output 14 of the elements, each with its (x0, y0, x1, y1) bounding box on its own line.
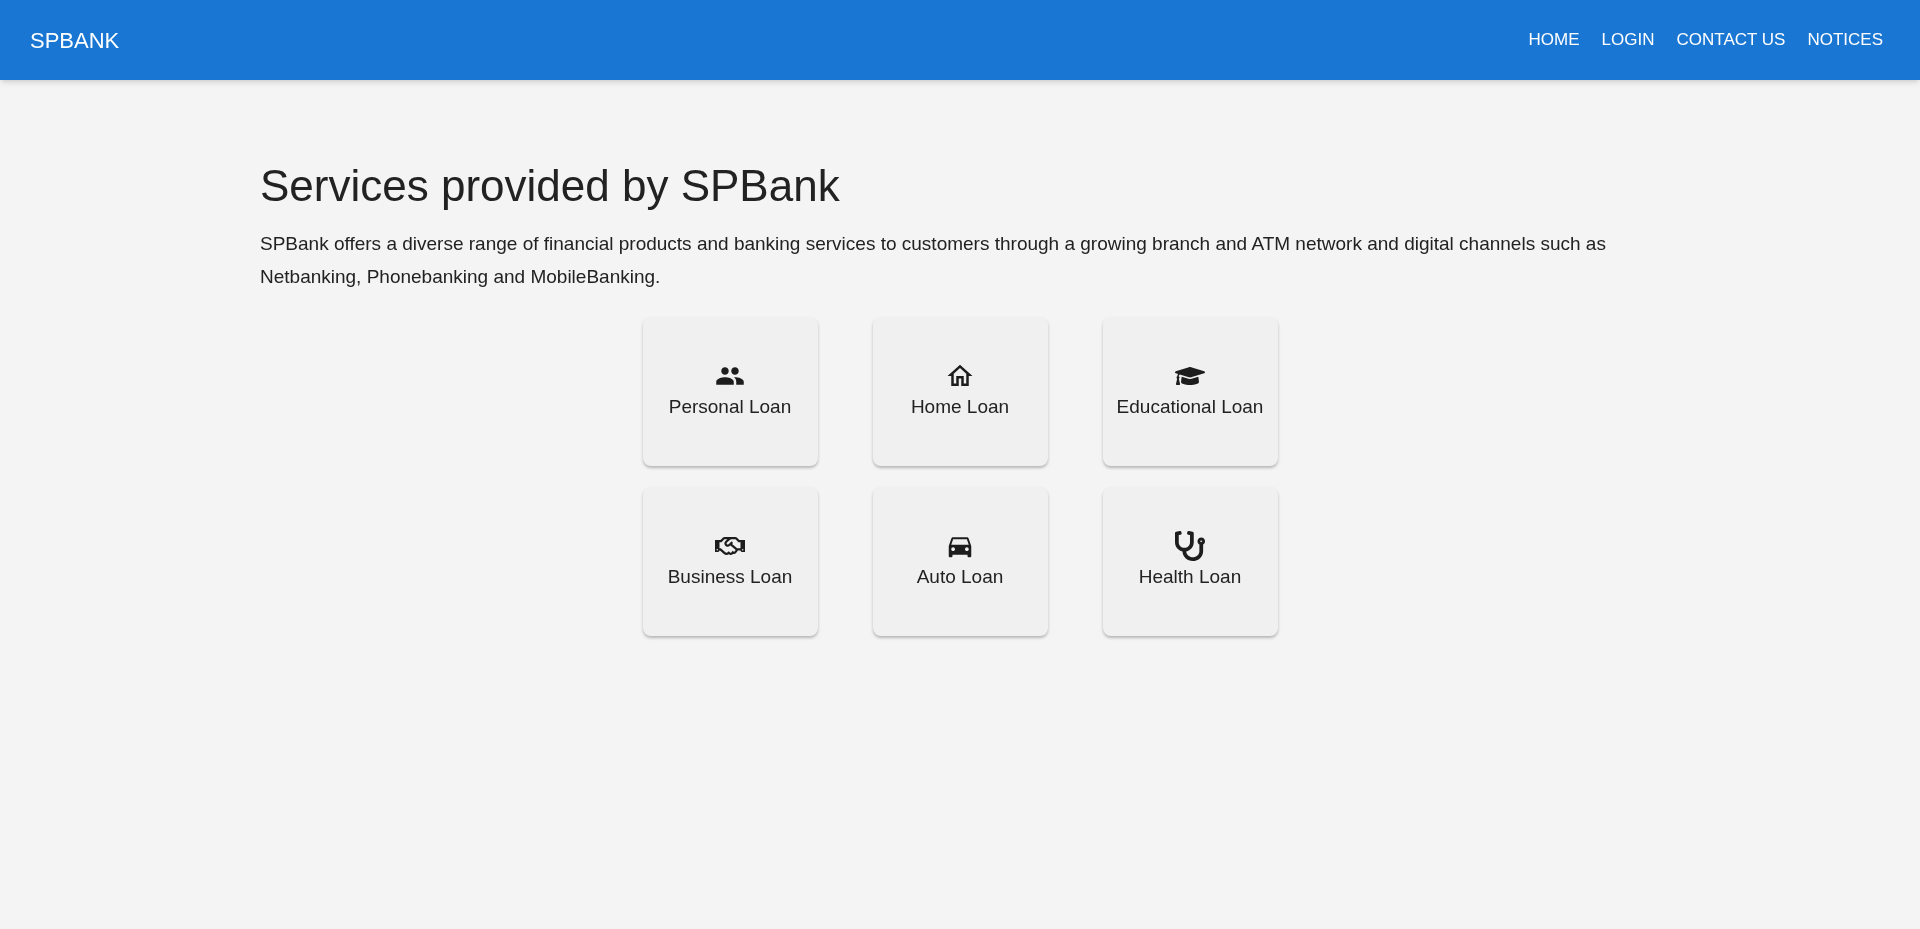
nav-link[interactable]: NOTICES (1800, 21, 1890, 59)
description-text: SPBank offers a diverse range of financial products and banking services to customers through a growing branch and ATM network and digital channels such as Netbanking, Phonebanking and MobileBanking. (260, 232, 1607, 289)
service-card[interactable]: Personal Loan (642, 317, 818, 466)
service-card[interactable]: Health Loan (1102, 487, 1278, 636)
service-card[interactable]: Business Loan (642, 487, 818, 636)
nav-link[interactable]: HOME (1521, 21, 1587, 59)
nav-link[interactable]: CONTACT US (1669, 21, 1793, 59)
stethoscope-icon (1175, 531, 1205, 562)
nav-link[interactable]: LOGIN (1594, 21, 1662, 59)
service-card[interactable]: Auto Loan (872, 487, 1048, 636)
page-heading: Services provided by SPBank (260, 160, 841, 212)
brand-logo[interactable]: SPBANK (30, 23, 120, 57)
service-card[interactable]: Home Loan (872, 317, 1048, 466)
service-card[interactable]: Educational Loan (1102, 317, 1278, 466)
